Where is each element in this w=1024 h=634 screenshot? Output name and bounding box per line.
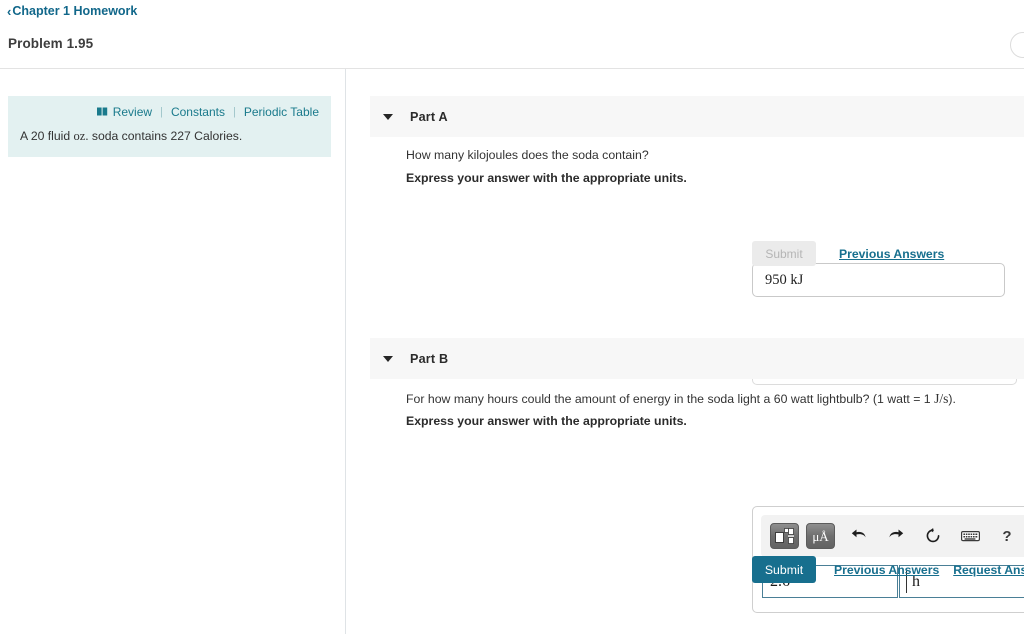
part-b-request-answer-link[interactable]: Request Answer — [953, 563, 1024, 577]
chevron-left-icon: ‹ — [7, 3, 12, 19]
review-link[interactable]: Review — [96, 105, 153, 119]
reset-icon[interactable] — [920, 524, 946, 548]
keyboard-icon[interactable] — [957, 524, 983, 548]
part-b-question: For how many hours could the amount of e… — [406, 389, 956, 408]
main-content: Part A How many kilojoules does the soda… — [346, 69, 1024, 634]
book-icon — [96, 106, 108, 118]
periodic-table-link[interactable]: Periodic Table — [244, 106, 319, 118]
breadcrumb-label: Chapter 1 Homework — [12, 4, 138, 18]
part-a-previous-answers-link[interactable]: Previous Answers — [839, 247, 944, 261]
part-a-answer-value: 950 kJ — [765, 271, 804, 288]
problem-statement-unit: oz. — [73, 129, 89, 143]
avatar[interactable] — [1010, 32, 1024, 58]
part-b-header[interactable]: Part B — [370, 338, 1024, 379]
help-icon[interactable]: ? — [994, 524, 1020, 548]
equation-toolbar: μÅ ? — [761, 515, 1024, 557]
breadcrumb-chapter-link[interactable]: ‹ Chapter 1 Homework — [7, 4, 137, 18]
page-title: Problem 1.95 — [8, 36, 94, 51]
units-label: μÅ — [812, 528, 829, 544]
part-a-submit-button: Submit — [752, 241, 816, 266]
resource-links: Review | Constants | Periodic Table — [20, 106, 319, 118]
part-a-label: Part A — [410, 109, 448, 124]
link-separator-1: | — [160, 105, 163, 118]
part-b-submit-button[interactable]: Submit — [752, 556, 816, 583]
part-b-previous-answers-link[interactable]: Previous Answers — [834, 563, 939, 577]
problem-info-panel: Review | Constants | Periodic Table A 20… — [8, 96, 331, 157]
top-bar: ‹ Chapter 1 Homework Problem 1.95 — [0, 0, 1024, 68]
part-a-question: How many kilojoules does the soda contai… — [406, 148, 649, 162]
part-a-answer-input[interactable]: 950 kJ — [752, 263, 1005, 297]
problem-statement-pre: A 20 fluid — [20, 129, 74, 143]
chevron-down-icon — [383, 113, 393, 120]
units-icon[interactable]: μÅ — [806, 523, 835, 549]
part-b-question-pre: For how many hours could the amount of e… — [406, 392, 935, 406]
problem-statement: A 20 fluid oz. soda contains 227 Calorie… — [20, 128, 319, 145]
part-b-label: Part B — [410, 351, 449, 366]
part-a-action-row: Submit Previous Answers — [752, 241, 944, 266]
page-root: ‹ Chapter 1 Homework Problem 1.95 Review — [0, 0, 1024, 634]
part-b-question-math: J/s — [934, 391, 949, 406]
redo-icon[interactable] — [883, 524, 909, 548]
sidebar: Review | Constants | Periodic Table A 20… — [0, 69, 345, 634]
part-b-instruction: Express your answer with the appropriate… — [406, 414, 687, 428]
part-a-instruction: Express your answer with the appropriate… — [406, 171, 687, 185]
undo-icon[interactable] — [846, 524, 872, 548]
part-b-question-post: ). — [948, 392, 956, 406]
review-label: Review — [112, 105, 153, 119]
part-a-header[interactable]: Part A — [370, 96, 1024, 137]
link-separator-2: | — [232, 105, 236, 118]
problem-statement-post: soda contains 227 Calories. — [88, 129, 243, 143]
constants-link[interactable]: Constants — [171, 106, 225, 118]
part-b-action-row: Submit Previous Answers Request Answer — [752, 556, 1024, 583]
chevron-down-icon — [383, 355, 393, 362]
template-icon[interactable] — [770, 523, 799, 549]
